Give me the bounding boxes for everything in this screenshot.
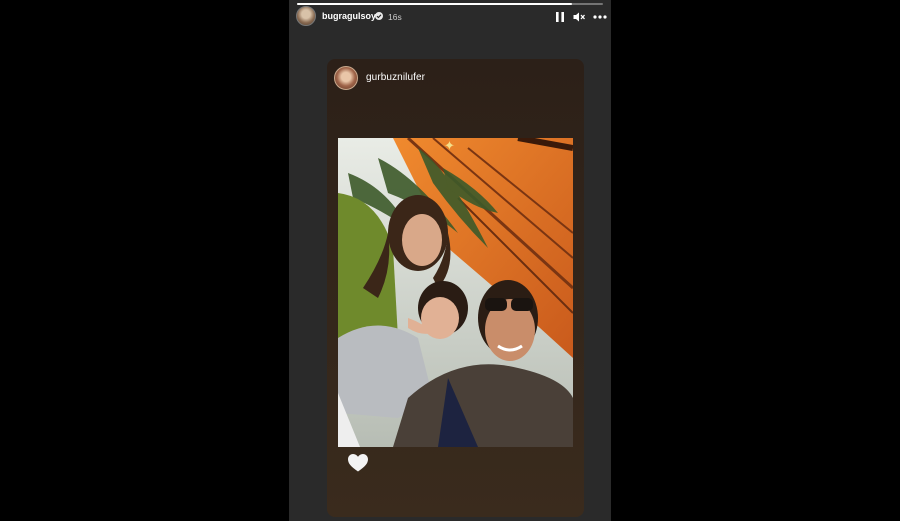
shared-author-username[interactable]: gurbuznilufer xyxy=(366,72,425,83)
shared-photo[interactable]: ✦ xyxy=(338,138,573,447)
family-selfie-image: ✦ xyxy=(338,138,573,447)
story-viewer[interactable]: bugragulsoy 16s gurbuznilufer ✦ xyxy=(289,0,611,521)
pause-icon[interactable] xyxy=(553,10,567,24)
more-icon[interactable] xyxy=(593,10,607,24)
verified-badge-icon xyxy=(375,12,383,20)
svg-text:✦: ✦ xyxy=(444,139,455,154)
story-progress-fill xyxy=(297,3,573,5)
author-avatar[interactable] xyxy=(296,6,316,26)
mute-icon[interactable] xyxy=(572,10,586,24)
shared-post-card[interactable]: gurbuznilufer ✦ xyxy=(327,59,584,517)
heart-icon[interactable] xyxy=(347,453,369,473)
shared-author-avatar[interactable] xyxy=(334,66,358,90)
story-timestamp: 16s xyxy=(388,12,402,22)
author-username[interactable]: bugragulsoy xyxy=(322,11,376,21)
story-progress-bar xyxy=(297,3,603,5)
story-header: bugragulsoy 16s xyxy=(289,6,611,28)
